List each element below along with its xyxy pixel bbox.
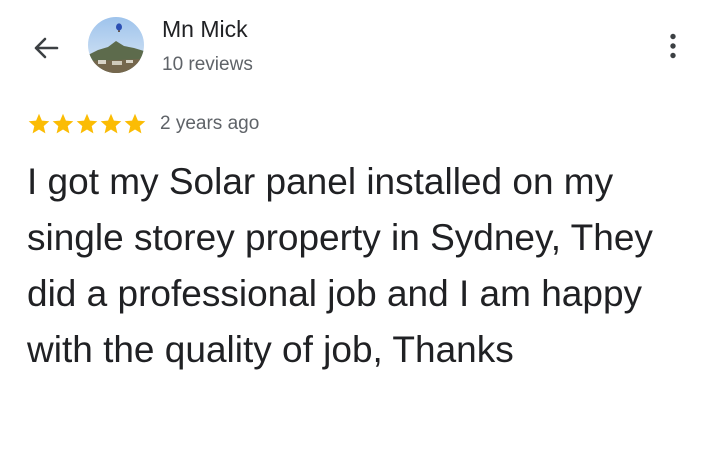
star-rating [27,112,147,136]
reviewer-name[interactable]: Mn Mick [162,16,248,43]
star-icon [100,113,122,134]
rating-row: 2 years ago [27,109,259,139]
star-icon [76,113,98,134]
review-header: Mn Mick 10 reviews [0,0,720,100]
back-button[interactable] [28,30,64,66]
arrow-left-icon [34,37,59,59]
star-icon [124,113,146,134]
more-vert-icon [670,33,676,59]
review-date: 2 years ago [160,113,260,134]
avatar-image [88,17,144,73]
review-count: 10 reviews [162,54,253,75]
avatar[interactable] [88,17,144,73]
star-icon [52,113,74,134]
more-options-button[interactable] [656,26,690,66]
review-text: I got my Solar panel installed on my sin… [27,161,653,370]
star-icon [28,113,50,134]
